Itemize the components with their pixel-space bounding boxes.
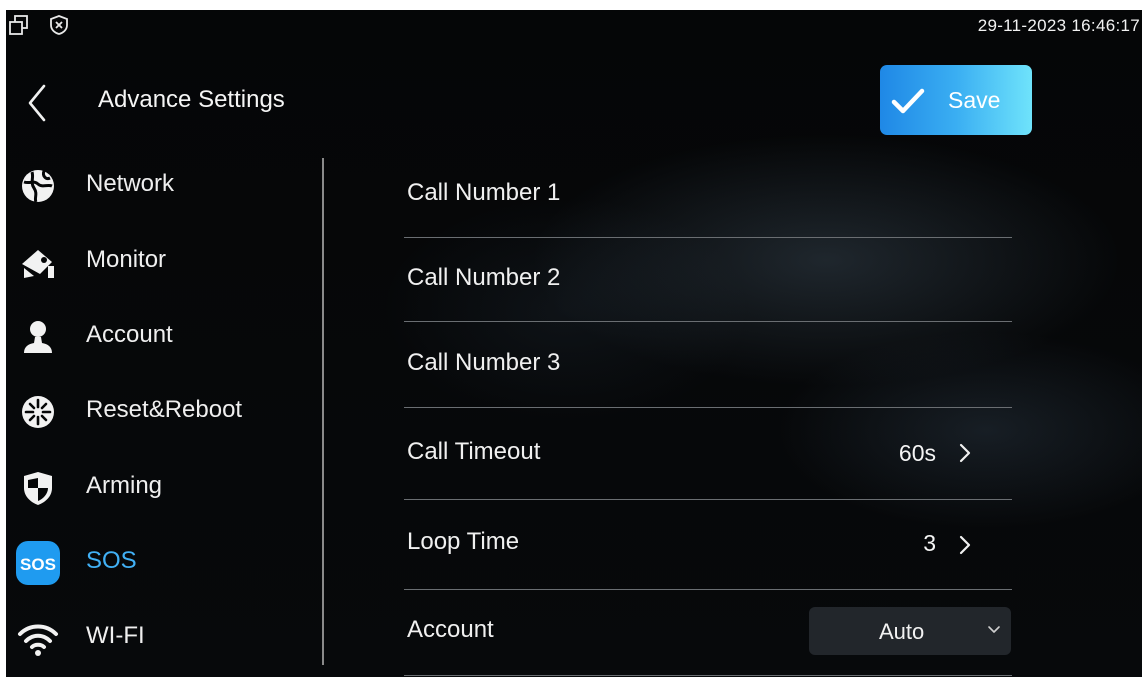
sidebar-item-label: Monitor — [86, 246, 167, 273]
sidebar-item-reset-reboot[interactable]: Reset&Reboot — [14, 384, 314, 440]
sidebar-item-network[interactable]: Network — [14, 158, 314, 214]
chevron-right-icon — [959, 443, 971, 463]
row-divider — [404, 407, 1012, 408]
chevron-down-icon — [988, 626, 1000, 633]
setting-call-number-1[interactable]: Call Number 1 — [404, 170, 1012, 236]
chevron-left-icon — [28, 84, 46, 122]
save-button-label: Save — [948, 87, 1001, 113]
window-restore-icon — [9, 15, 28, 35]
back-button[interactable] — [22, 80, 52, 126]
row-divider — [404, 675, 1012, 676]
account-select[interactable]: Auto — [809, 607, 1011, 655]
sidebar-item-arming[interactable]: Arming — [14, 460, 314, 516]
sidebar-item-label: SOS — [86, 547, 137, 574]
row-divider — [404, 499, 1012, 500]
row-divider — [404, 589, 1012, 590]
wifi-icon — [18, 624, 58, 656]
setting-call-timeout[interactable]: Call Timeout 60s — [404, 422, 1012, 498]
save-button[interactable]: Save — [880, 65, 1032, 135]
reset-icon — [22, 396, 54, 428]
camera-icon — [22, 250, 54, 278]
setting-call-number-2[interactable]: Call Number 2 — [404, 250, 1012, 320]
shield-icon — [24, 472, 52, 505]
device-screen: 29-11-2023 16:46:17 Advance Settings Sav… — [6, 10, 1142, 677]
page-title: Advance Settings — [98, 86, 285, 113]
sidebar-item-label: Reset&Reboot — [86, 396, 243, 423]
shield-x-icon — [50, 15, 68, 35]
sos-icon: SOS — [16, 541, 60, 585]
setting-value: 60s — [898, 440, 936, 466]
sidebar-divider — [322, 158, 324, 665]
setting-loop-time[interactable]: Loop Time 3 — [404, 512, 1012, 588]
sidebar-item-label: Account — [86, 321, 173, 348]
setting-label: Call Number 2 — [407, 264, 561, 291]
chevron-right-icon — [959, 535, 971, 555]
setting-label: Call Number 1 — [407, 179, 561, 206]
sidebar-item-wifi[interactable]: WI-FI — [14, 610, 314, 666]
sidebar-item-label: WI-FI — [86, 622, 145, 649]
datetime-display: 29-11-2023 16:46:17 — [977, 16, 1140, 35]
sidebar-item-label: Network — [86, 170, 175, 197]
row-divider — [404, 321, 1012, 322]
svg-text:SOS: SOS — [20, 555, 56, 574]
setting-label: Loop Time — [407, 528, 520, 555]
sidebar-item-sos[interactable]: SOS SOS — [14, 535, 314, 591]
sidebar-item-monitor[interactable]: Monitor — [14, 234, 314, 290]
user-icon — [24, 321, 52, 353]
check-icon — [891, 88, 925, 114]
setting-label: Account — [407, 616, 494, 643]
setting-label: Call Timeout — [407, 438, 541, 465]
sidebar-item-account[interactable]: Account — [14, 309, 314, 365]
globe-icon — [22, 170, 54, 203]
setting-label: Call Number 3 — [407, 349, 561, 376]
sidebar-item-label: Arming — [86, 472, 163, 499]
setting-call-number-3[interactable]: Call Number 3 — [404, 334, 1012, 406]
setting-value: 3 — [923, 530, 936, 556]
account-select-value: Auto — [879, 619, 925, 644]
row-divider — [404, 237, 1012, 238]
